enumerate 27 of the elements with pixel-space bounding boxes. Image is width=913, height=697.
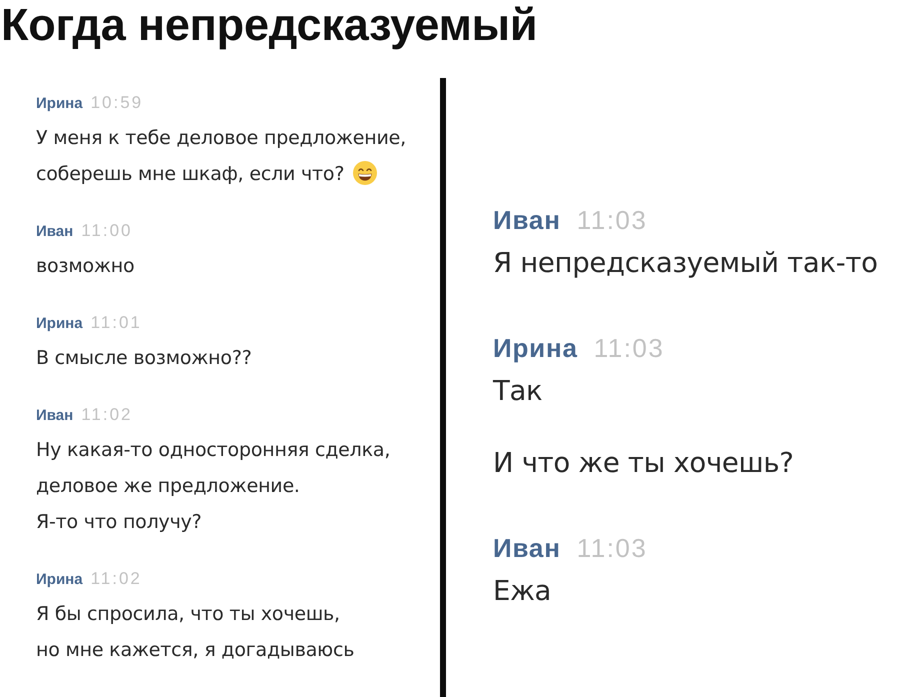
message-time: 11:03	[594, 335, 664, 361]
message-text: соберешь мне шкаф, если что?	[36, 163, 344, 185]
sender-name: Ирина	[36, 314, 83, 334]
sender-name: Ирина	[36, 94, 83, 114]
message-text: И что же ты хочешь?	[493, 447, 794, 479]
message-text: В смысле возможно??	[36, 347, 252, 369]
message-time: 11:02	[90, 569, 142, 589]
message-text: Я бы спросила, что ты хочешь, но мне кажется, я догадываюсь	[36, 603, 354, 661]
sender-name: Иван	[493, 207, 561, 233]
message-time: 11:01	[90, 313, 142, 333]
sender-name: Иван	[36, 222, 74, 242]
message-time: 11:03	[576, 207, 648, 233]
message-time: 11:00	[81, 221, 132, 241]
message-text: Ежа	[493, 575, 552, 607]
message-time: 10:59	[90, 93, 144, 113]
sender-name: Иван	[36, 406, 74, 426]
sender-name: Ирина	[493, 335, 578, 361]
page-title: Когда непредсказуемый	[0, 0, 538, 50]
message-text: У меня к тебе деловое предложение,	[36, 127, 406, 149]
sender-name: Ирина	[36, 570, 83, 590]
message-time: 11:03	[576, 535, 648, 561]
message-text: возможно	[36, 255, 134, 277]
message-text: Я непредсказуемый так-то	[493, 247, 878, 279]
sender-name: Иван	[493, 535, 561, 561]
message-text: Ну какая-то односторонняя сделка, деловое же предложение. Я-то что получу?	[36, 439, 390, 533]
message-text: Так	[493, 375, 542, 407]
message-time: 11:02	[81, 405, 132, 425]
